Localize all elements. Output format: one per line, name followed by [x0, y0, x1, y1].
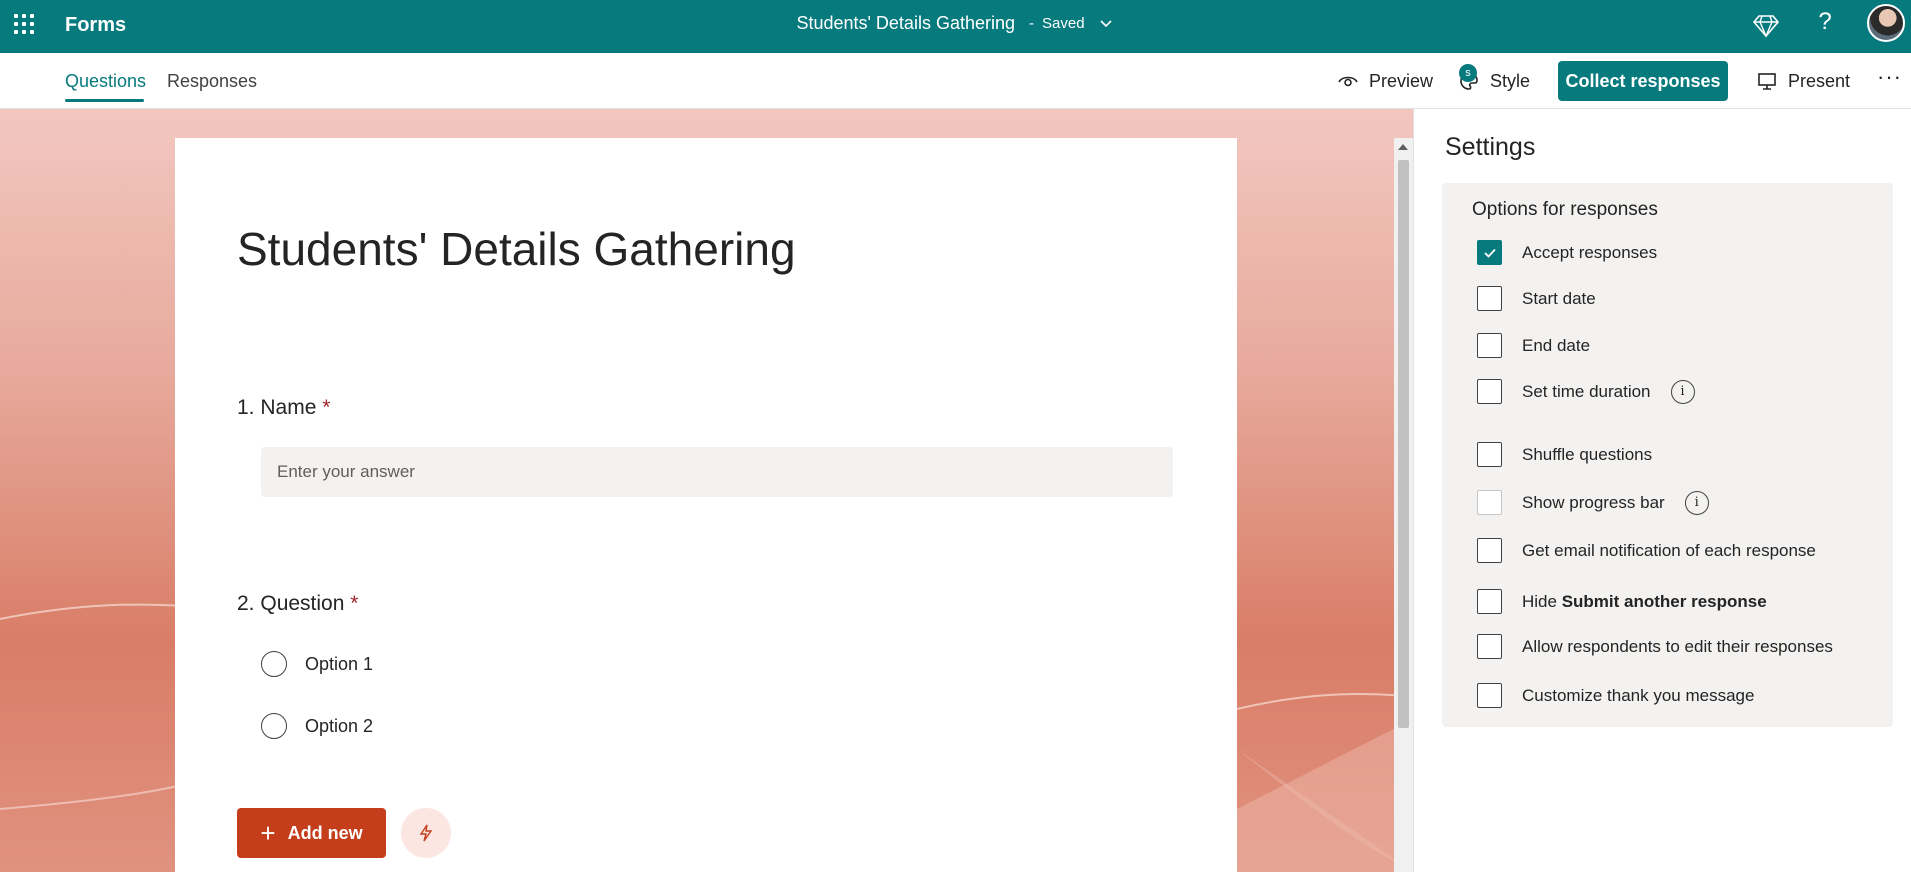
option-set-time-duration[interactable]: Set time duration i — [1477, 379, 1695, 404]
question-2-title[interactable]: 2. Question * — [237, 592, 358, 616]
question-number: 2. — [237, 592, 255, 615]
option-end-date[interactable]: End date — [1477, 333, 1590, 358]
checkbox[interactable] — [1477, 683, 1502, 708]
app-launcher-icon[interactable] — [14, 14, 34, 34]
question-label: Question — [260, 592, 345, 615]
option-start-date[interactable]: Start date — [1477, 286, 1596, 311]
eye-icon — [1338, 76, 1358, 87]
checkmark-icon — [1483, 248, 1496, 258]
radio-button[interactable] — [261, 713, 287, 739]
present-button[interactable]: Present — [1756, 70, 1850, 92]
canvas-scrollbar[interactable] — [1394, 138, 1413, 872]
more-options-button[interactable]: ··· — [1877, 64, 1902, 90]
required-mark: * — [322, 396, 331, 419]
radio-button[interactable] — [261, 651, 287, 677]
collect-responses-button[interactable]: Collect responses — [1558, 61, 1728, 101]
avatar[interactable] — [1867, 4, 1905, 42]
option-label: Show progress bar — [1522, 492, 1665, 512]
radio-option-2[interactable]: Option 2 — [261, 713, 373, 739]
option-hide-submit-another[interactable]: Hide Submit another response — [1477, 589, 1767, 614]
checkbox[interactable] — [1477, 490, 1502, 515]
option-customize-thank-you[interactable]: Customize thank you message — [1477, 683, 1754, 708]
top-bar: Forms Students' Details Gathering - Save… — [0, 0, 1911, 53]
option-label: Start date — [1522, 288, 1596, 308]
document-title-bar: Students' Details Gathering - Saved — [0, 0, 1911, 46]
option-label: Shuffle questions — [1522, 444, 1653, 464]
form-title[interactable]: Students' Details Gathering — [237, 222, 796, 276]
option-label: Set time duration — [1522, 381, 1651, 401]
chevron-down-icon[interactable] — [1097, 14, 1115, 32]
checkbox[interactable] — [1477, 379, 1502, 404]
scroll-up-arrow[interactable] — [1398, 144, 1408, 150]
title-separator: - — [1029, 14, 1034, 32]
required-mark: * — [350, 592, 359, 615]
answer-input[interactable]: Enter your answer — [261, 447, 1173, 497]
preview-button[interactable]: Preview — [1337, 70, 1433, 92]
document-title[interactable]: Students' Details Gathering — [796, 13, 1015, 34]
radio-option-1[interactable]: Option 1 — [261, 651, 373, 677]
checkbox[interactable] — [1477, 589, 1502, 614]
option-label: Get email notification of each response — [1522, 540, 1816, 560]
present-label: Present — [1788, 70, 1851, 91]
info-icon[interactable]: i — [1684, 490, 1709, 515]
premium-diamond-icon[interactable] — [1751, 10, 1781, 40]
option-label-prefix: Hide — [1522, 591, 1562, 611]
info-icon[interactable]: i — [1670, 379, 1695, 404]
checkbox[interactable] — [1477, 442, 1502, 467]
help-icon[interactable]: ? — [1813, 8, 1837, 36]
settings-panel: Settings Options for responses Accept re… — [1413, 109, 1911, 872]
plus-icon: + — [260, 818, 276, 848]
option-shuffle-questions[interactable]: Shuffle questions — [1477, 442, 1652, 467]
tab-questions[interactable]: Questions — [65, 71, 146, 92]
add-new-label: Add new — [287, 822, 363, 843]
lightning-icon — [419, 824, 433, 842]
add-new-button[interactable]: + Add new — [237, 808, 386, 858]
app-name[interactable]: Forms — [65, 14, 126, 37]
option-accept-responses[interactable]: Accept responses — [1477, 240, 1657, 265]
save-status: Saved — [1042, 14, 1085, 32]
question-number: 1. — [237, 396, 255, 419]
monitor-icon — [1758, 73, 1776, 90]
option-show-progress-bar[interactable]: Show progress bar i — [1477, 490, 1709, 515]
option-label: Option 1 — [305, 653, 374, 674]
option-label: Allow respondents to edit their response… — [1522, 636, 1833, 656]
active-tab-indicator — [65, 99, 144, 102]
checkbox[interactable] — [1477, 240, 1502, 265]
checkbox[interactable] — [1477, 286, 1502, 311]
style-label: Style — [1490, 70, 1531, 91]
question-label: Name — [260, 396, 317, 419]
settings-title: Settings — [1445, 133, 1536, 161]
option-label: Accept responses — [1522, 242, 1658, 262]
option-allow-edit-responses[interactable]: Allow respondents to edit their response… — [1477, 634, 1833, 659]
question-1-title[interactable]: 1. Name * — [237, 396, 330, 420]
scroll-thumb[interactable] — [1398, 160, 1409, 728]
form-card: Students' Details Gathering 1. Name * En… — [175, 138, 1237, 872]
option-label-bold: Submit another response — [1561, 591, 1767, 611]
quick-import-button[interactable] — [401, 808, 451, 858]
option-email-notification[interactable]: Get email notification of each response — [1477, 538, 1816, 563]
options-section-title: Options for responses — [1472, 199, 1658, 220]
option-label: Option 2 — [305, 715, 374, 736]
preview-label: Preview — [1369, 70, 1434, 91]
checkbox[interactable] — [1477, 333, 1502, 358]
checkbox[interactable] — [1477, 538, 1502, 563]
option-label: End date — [1522, 335, 1591, 355]
style-badge: s — [1459, 64, 1477, 82]
checkbox[interactable] — [1477, 634, 1502, 659]
option-label: Customize thank you message — [1522, 685, 1755, 705]
tab-responses[interactable]: Responses — [167, 71, 257, 92]
